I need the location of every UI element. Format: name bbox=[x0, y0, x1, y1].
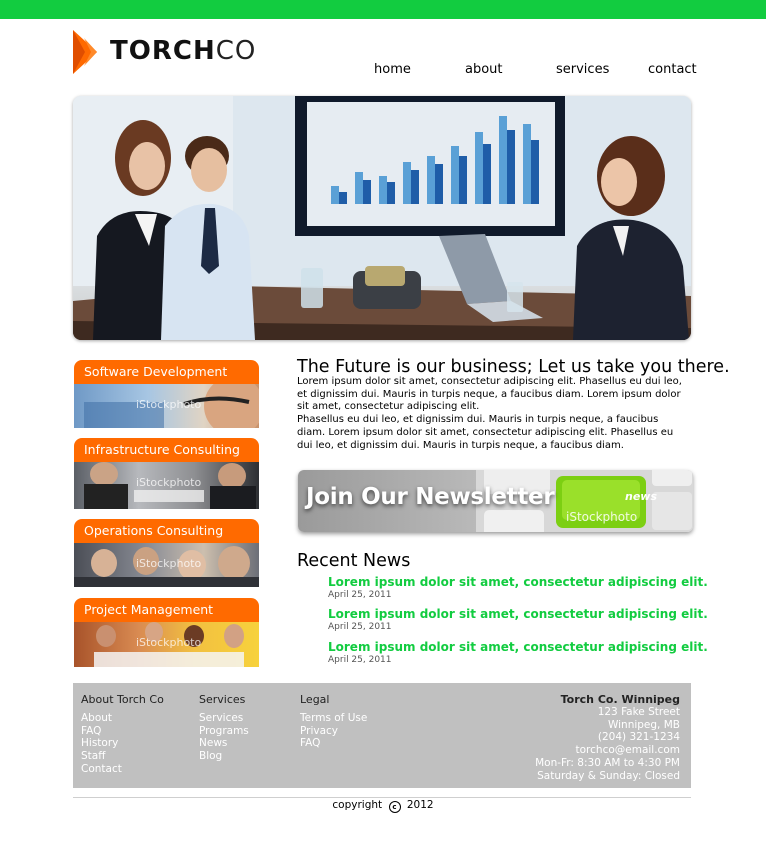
footer-contact: Torch Co. Winnipeg 123 Fake Street Winni… bbox=[535, 693, 680, 782]
contact-email[interactable]: torchco@email.com bbox=[535, 744, 680, 757]
service-infrastructure-consulting[interactable]: Infrastructure Consulting iStockphoto bbox=[74, 438, 259, 509]
intro-paragraph: Lorem ipsum dolor sit amet, consectetur … bbox=[297, 376, 682, 413]
copyright-icon: c bbox=[388, 801, 401, 813]
news-date: April 25, 2011 bbox=[328, 655, 392, 665]
page-headline: The Future is our business; Let us take … bbox=[297, 357, 730, 377]
news-title-link[interactable]: Lorem ipsum dolor sit amet, consectetur … bbox=[328, 640, 708, 654]
service-image: iStockphoto bbox=[74, 462, 259, 509]
copyright-line: copyright c 2012 bbox=[0, 799, 766, 813]
news-item: Lorem ipsum dolor sit amet, consectetur … bbox=[328, 575, 708, 600]
news-item: Lorem ipsum dolor sit amet, consectetur … bbox=[328, 640, 708, 665]
footer-link-news[interactable]: News bbox=[199, 737, 249, 750]
contact-address: 123 Fake Street bbox=[597, 706, 680, 718]
intro-paragraph: Phasellus eu dui leo, et dignissim dui. … bbox=[297, 414, 674, 451]
recent-news-heading: Recent News bbox=[297, 551, 411, 571]
service-watermark: iStockphoto bbox=[136, 557, 202, 570]
top-accent-bar bbox=[0, 0, 766, 19]
footer-link-blog[interactable]: Blog bbox=[199, 750, 249, 763]
newsletter-label: Join Our Newsletter bbox=[306, 484, 555, 510]
main-nav: home about services contact bbox=[0, 62, 766, 82]
service-image: iStockphoto bbox=[74, 384, 259, 428]
footer-heading: About Torch Co bbox=[81, 693, 164, 706]
footer-heading: Legal bbox=[300, 693, 330, 706]
footer-link-services[interactable]: Services bbox=[199, 712, 249, 725]
contact-city: Winnipeg, MB bbox=[607, 718, 680, 731]
footer-heading: Services bbox=[199, 693, 246, 706]
service-project-management[interactable]: Project Management iStockphoto bbox=[74, 598, 259, 667]
news-title-link[interactable]: Lorem ipsum dolor sit amet, consectetur … bbox=[328, 575, 708, 589]
service-operations-consulting[interactable]: Operations Consulting iStockphoto bbox=[74, 519, 259, 587]
news-title-link[interactable]: Lorem ipsum dolor sit amet, consectetur … bbox=[328, 607, 708, 621]
newsletter-watermark: iStockphoto bbox=[566, 510, 638, 524]
service-watermark: iStockphoto bbox=[136, 636, 202, 649]
footer-divider bbox=[73, 797, 691, 798]
footer-col-services: Services Services Programs News Blog bbox=[199, 693, 249, 763]
nav-home[interactable]: home bbox=[374, 62, 411, 77]
service-label: Operations Consulting bbox=[74, 519, 259, 543]
contact-hours-weekday: Mon-Fr: 8:30 AM to 4:30 PM bbox=[535, 756, 680, 769]
footer-link-programs[interactable]: Programs bbox=[199, 725, 249, 738]
service-image: iStockphoto bbox=[74, 543, 259, 587]
news-key-label: news bbox=[625, 490, 658, 503]
service-label: Infrastructure Consulting bbox=[74, 438, 259, 462]
service-watermark: iStockphoto bbox=[136, 398, 202, 411]
meeting-illustration bbox=[73, 96, 691, 340]
intro-text: Lorem ipsum dolor sit amet, consectetur … bbox=[297, 376, 689, 452]
footer-col-about: About Torch Co About FAQ History Staff C… bbox=[81, 693, 164, 776]
hero-image bbox=[73, 96, 691, 340]
nav-services[interactable]: services bbox=[556, 62, 609, 77]
news-item: Lorem ipsum dolor sit amet, consectetur … bbox=[328, 607, 708, 632]
service-image: iStockphoto bbox=[74, 622, 259, 667]
contact-hours-weekend: Saturday & Sunday: Closed bbox=[537, 769, 680, 782]
footer-link-about[interactable]: About bbox=[81, 712, 164, 725]
service-label: Software Development bbox=[74, 360, 259, 384]
footer-link-contact[interactable]: Contact bbox=[81, 763, 164, 776]
footer-link-staff[interactable]: Staff bbox=[81, 750, 164, 763]
service-watermark: iStockphoto bbox=[136, 476, 202, 489]
footer-link-history[interactable]: History bbox=[81, 737, 164, 750]
news-date: April 25, 2011 bbox=[328, 590, 392, 600]
footer-link-faq[interactable]: FAQ bbox=[81, 725, 164, 738]
contact-heading: Torch Co. Winnipeg bbox=[560, 693, 680, 706]
contact-phone[interactable]: (204) 321-1234 bbox=[535, 731, 680, 744]
footer-link-privacy[interactable]: Privacy bbox=[300, 725, 367, 738]
footer-link-faq[interactable]: FAQ bbox=[300, 737, 367, 750]
copyright-text: copyright bbox=[332, 799, 383, 811]
nav-contact[interactable]: contact bbox=[648, 62, 697, 77]
news-date: April 25, 2011 bbox=[328, 622, 392, 632]
nav-about[interactable]: about bbox=[465, 62, 503, 77]
copyright-year: 2012 bbox=[406, 799, 434, 811]
newsletter-banner[interactable]: Join Our Newsletter news iStockphoto bbox=[298, 470, 693, 532]
site-footer: About Torch Co About FAQ History Staff C… bbox=[73, 683, 691, 788]
service-label: Project Management bbox=[74, 598, 259, 622]
footer-col-legal: Legal Terms of Use Privacy FAQ bbox=[300, 693, 367, 750]
service-software-development[interactable]: Software Development iStockphoto bbox=[74, 360, 259, 428]
footer-link-terms[interactable]: Terms of Use bbox=[300, 712, 367, 725]
